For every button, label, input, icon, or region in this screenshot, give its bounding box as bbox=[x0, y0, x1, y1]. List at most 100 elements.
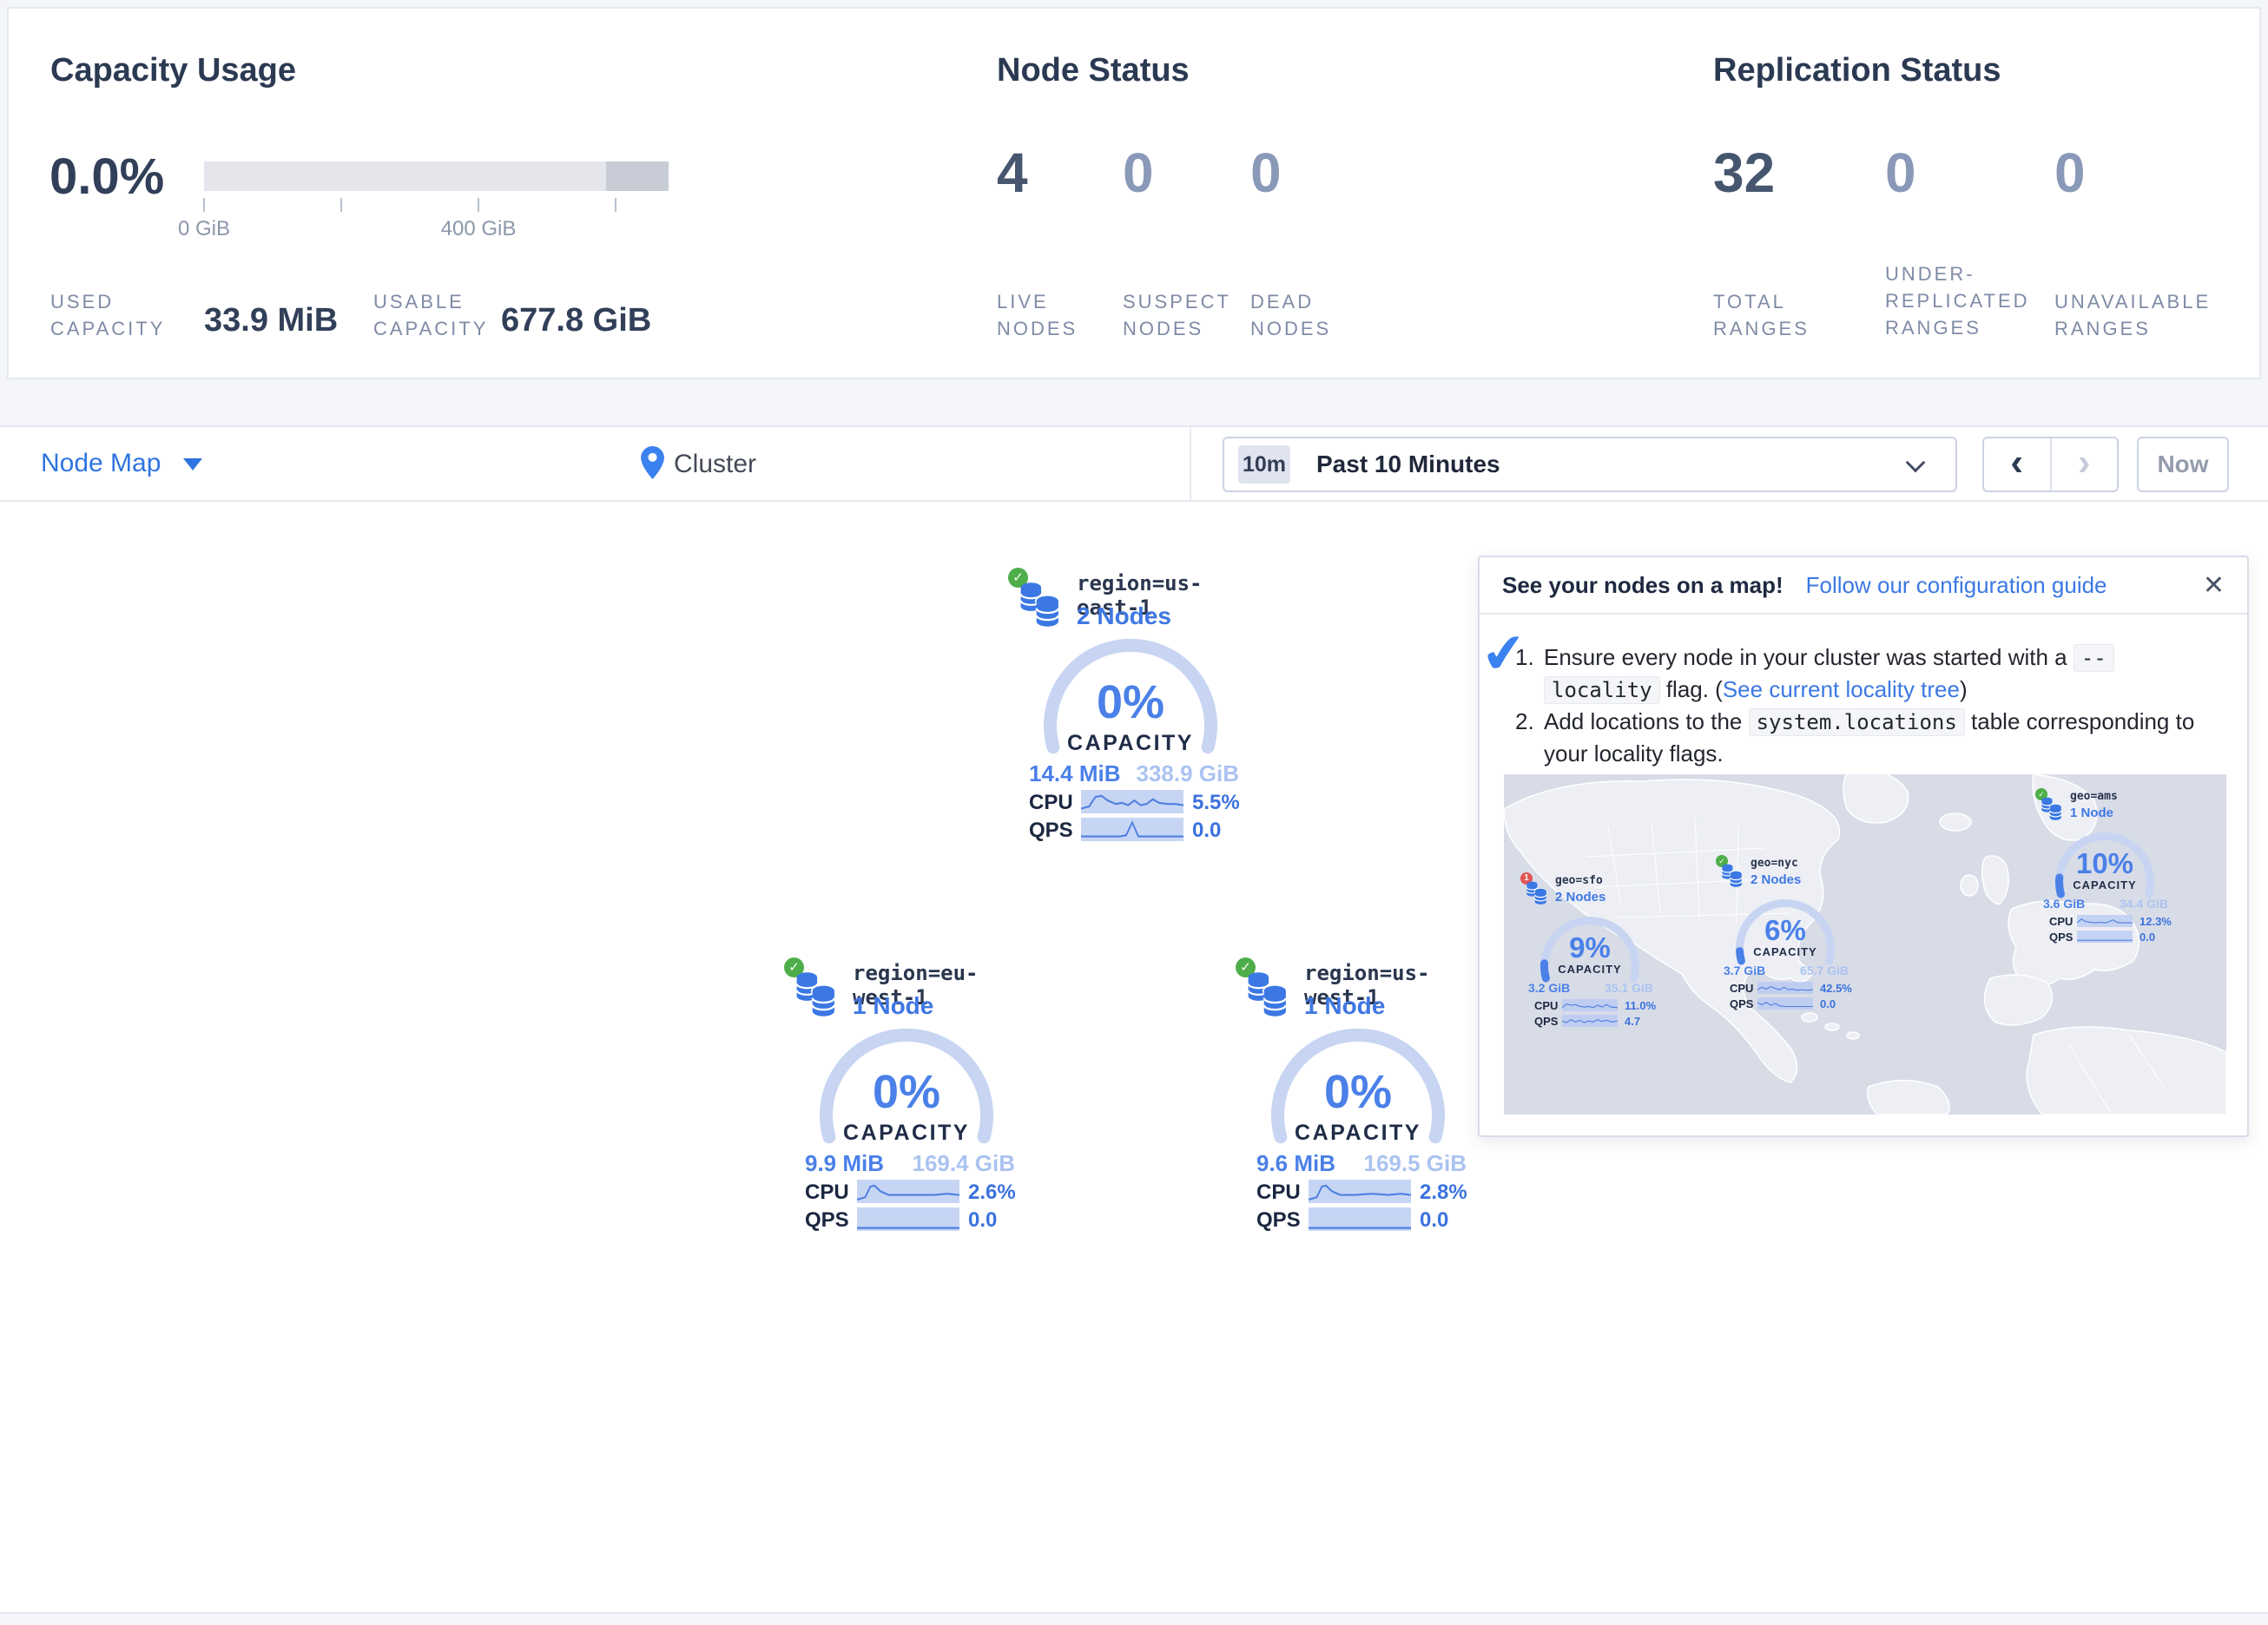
step-number: 1. bbox=[1515, 641, 1534, 673]
toolbar-divider bbox=[1190, 427, 1191, 500]
popup-header: See your nodes on a map! Follow our conf… bbox=[1480, 557, 2247, 615]
setup-step-1: 1. Ensure every node in your cluster was … bbox=[1515, 641, 2222, 706]
chevron-down-icon bbox=[1906, 453, 1926, 473]
now-button[interactable]: Now bbox=[2137, 437, 2229, 492]
cpu-value: 5.5% bbox=[1192, 791, 1240, 815]
cpu-label: CPU bbox=[805, 1181, 849, 1205]
capacity-used: 9.6 MiB bbox=[1256, 1150, 1335, 1177]
node-status-title: Node Status bbox=[997, 52, 1190, 89]
qps-sparkline bbox=[857, 1207, 959, 1231]
capacity-used: 9.9 MiB bbox=[805, 1150, 884, 1177]
capacity-label: CAPACITY bbox=[1044, 731, 1217, 756]
time-window-badge: 10m bbox=[1238, 445, 1290, 484]
nodes-db-icon bbox=[1721, 864, 1745, 888]
region-card-eu-west-1[interactable]: ✓ region=eu-west-1 1 Node 0% CAPACITY 9.… bbox=[784, 956, 1036, 1235]
view-selector-node-map[interactable]: Node Map bbox=[41, 449, 202, 478]
locality-card-geo-nyc: ✓ geo=nyc 2 Nodes 6% CAPACITY 3.7 GiB 65… bbox=[1716, 855, 1859, 1016]
region-node-count: 2 Nodes bbox=[1077, 602, 1171, 630]
code-chip: -- bbox=[2074, 644, 2114, 672]
axis-tick bbox=[478, 198, 479, 212]
qps-sparkline bbox=[1081, 818, 1183, 841]
capacity-usable: 34.4 GiB bbox=[2120, 897, 2168, 911]
capacity-percent: 0% bbox=[1271, 1065, 1445, 1119]
axis-tick bbox=[203, 198, 205, 212]
qps-label: QPS bbox=[1256, 1208, 1301, 1233]
close-icon[interactable]: ✕ bbox=[2203, 570, 2225, 601]
locality-node-count: 2 Nodes bbox=[1555, 890, 1605, 905]
nodes-db-icon bbox=[2041, 797, 2065, 821]
locality-name: geo=ams bbox=[2070, 790, 2118, 803]
qps-value: 0.0 bbox=[1192, 819, 1221, 843]
code-chip: system.locations bbox=[1749, 708, 1965, 736]
step-text: Ensure every node in your cluster was st… bbox=[1544, 644, 2074, 670]
unavailable-ranges-label: UNAVAILABLE RANGES bbox=[2054, 288, 2211, 342]
capacity-percent: 6% bbox=[1736, 914, 1835, 947]
qps-sparkline bbox=[1309, 1207, 1411, 1231]
qps-value: 0.0 bbox=[968, 1208, 997, 1233]
region-card-us-west-1[interactable]: ✓ region=us-west-1 1 Node 0% CAPACITY 9.… bbox=[1236, 956, 1487, 1235]
capacity-percent: 10% bbox=[2055, 847, 2154, 880]
locality-tree-link[interactable]: See current locality tree bbox=[1723, 676, 1960, 702]
time-nav-group: ‹ › bbox=[1982, 437, 2119, 492]
dead-nodes-label: DEAD NODES bbox=[1250, 288, 1331, 342]
unavailable-ranges-value: 0 bbox=[2054, 141, 2086, 205]
time-prev-button[interactable]: ‹ bbox=[1984, 438, 2052, 490]
locality-card-geo-sfo: 1 geo=sfo 2 Nodes 9% CAPACITY 3.2 GiB 35… bbox=[1520, 872, 1664, 1033]
cpu-value: 12.3% bbox=[2139, 915, 2172, 928]
locality-card-geo-ams: ✓ geo=ams 1 Node 10% CAPACITY 3.6 GiB 34… bbox=[2035, 788, 2179, 949]
qps-value: 0.0 bbox=[1420, 1208, 1448, 1233]
setup-step-2: 2.Add locations to the system.locations … bbox=[1515, 706, 2222, 769]
time-next-button[interactable]: › bbox=[2052, 438, 2118, 490]
used-capacity-value: 33.9 MiB bbox=[204, 302, 338, 339]
locality-name: geo=nyc bbox=[1750, 857, 1798, 870]
capacity-percent: 9% bbox=[1540, 931, 1639, 964]
step-text: your locality flags. bbox=[1544, 740, 1724, 766]
breadcrumb-cluster[interactable]: Cluster bbox=[674, 450, 756, 479]
cpu-label: CPU bbox=[2049, 915, 2073, 928]
capacity-usable: 65.7 GiB bbox=[1800, 964, 1849, 977]
map-toolbar: Node Map Cluster 10m Past 10 Minutes ‹ ›… bbox=[0, 425, 2268, 502]
axis-label-zero: 0 GiB bbox=[152, 217, 256, 241]
region-node-count: 1 Node bbox=[853, 992, 933, 1020]
capacity-used: 3.2 GiB bbox=[1528, 981, 1570, 995]
capacity-used: 3.7 GiB bbox=[1724, 964, 1765, 977]
capacity-label: CAPACITY bbox=[1736, 945, 1835, 958]
locality-name: geo=sfo bbox=[1555, 874, 1603, 887]
capacity-usable: 35.1 GiB bbox=[1605, 981, 1653, 995]
capacity-used: 3.6 GiB bbox=[2043, 897, 2085, 911]
time-window-label: Past 10 Minutes bbox=[1316, 438, 1500, 490]
dead-nodes-value: 0 bbox=[1250, 141, 1282, 205]
bottom-scroll-strip bbox=[0, 1612, 2268, 1625]
capacity-label: CAPACITY bbox=[820, 1121, 993, 1146]
capacity-percent: 0% bbox=[1044, 675, 1217, 729]
capacity-usable: 169.4 GiB bbox=[912, 1150, 1015, 1177]
capacity-used: 14.4 MiB bbox=[1029, 760, 1121, 787]
step-text: Add locations to the bbox=[1544, 708, 1749, 734]
suspect-nodes-label: SUSPECT NODES bbox=[1123, 288, 1231, 342]
qps-label: QPS bbox=[805, 1208, 849, 1233]
capacity-usage-title: Capacity Usage bbox=[50, 52, 296, 89]
suspect-nodes-value: 0 bbox=[1123, 141, 1154, 205]
locality-node-count: 1 Node bbox=[2070, 806, 2113, 820]
configuration-guide-link[interactable]: Follow our configuration guide bbox=[1806, 572, 2107, 599]
qps-label: QPS bbox=[1730, 997, 1753, 1010]
region-card-us-east-1[interactable]: ✓ region=us-east-1 2 Nodes 0% CAPACITY 1… bbox=[1008, 566, 1260, 845]
node-map-setup-popup: See your nodes on a map! Follow our conf… bbox=[1478, 556, 2249, 1137]
qps-sparkline bbox=[2077, 931, 2133, 943]
cpu-label: CPU bbox=[1256, 1181, 1301, 1205]
under-replicated-ranges-value: 0 bbox=[1885, 141, 1916, 205]
used-capacity-label: USED CAPACITY bbox=[50, 288, 165, 342]
qps-sparkline bbox=[1562, 1015, 1618, 1027]
nodes-db-icon bbox=[1526, 881, 1550, 905]
time-window-dropdown[interactable]: 10m Past 10 Minutes bbox=[1223, 437, 1957, 492]
step-text: table corresponding to bbox=[1965, 708, 2195, 734]
total-ranges-label: TOTAL RANGES bbox=[1713, 288, 1810, 342]
capacity-label: CAPACITY bbox=[2055, 878, 2154, 891]
cpu-sparkline bbox=[1757, 982, 1813, 994]
cpu-sparkline bbox=[1309, 1180, 1411, 1203]
live-nodes-label: LIVE NODES bbox=[997, 288, 1078, 342]
cpu-value: 2.8% bbox=[1420, 1181, 1467, 1205]
usable-capacity-label: USABLE CAPACITY bbox=[373, 288, 488, 342]
capacity-label: CAPACITY bbox=[1540, 963, 1639, 976]
locality-node-count: 2 Nodes bbox=[1750, 872, 1801, 887]
